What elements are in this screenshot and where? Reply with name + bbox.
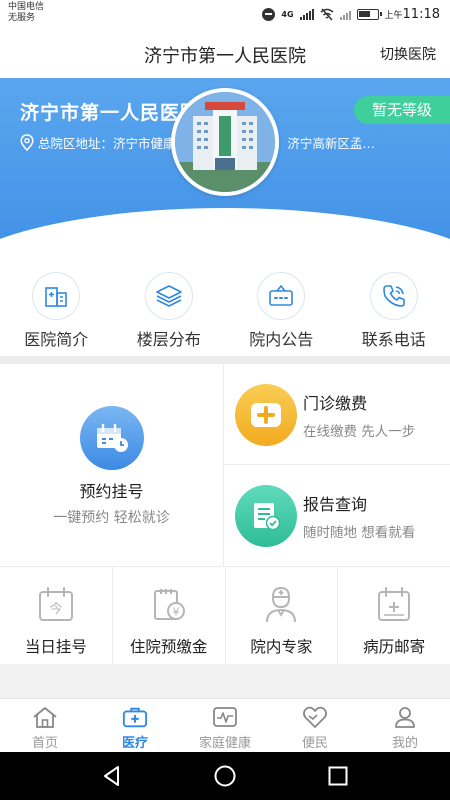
banner-wave [0,208,450,268]
service-label: 院内专家 [250,638,313,656]
service-label: 住院预缴金 [129,638,208,656]
status-icons: 4G 上午11:18 [262,5,440,23]
medical-plus-icon [235,384,297,446]
phone-icon [369,272,418,320]
home-circle-icon[interactable] [213,764,237,788]
info-label: 院内公告 [249,330,314,349]
bottom-tab-bar: 首页 医疗 家庭健康 便民 我的 [0,698,450,752]
info-label: 联系电话 [361,330,426,349]
hospital-building-icon [32,272,81,320]
service-status: 无服务 [8,13,36,23]
tab-label: 便民 [301,736,328,751]
wifi-off-icon [320,7,333,21]
service-label: 病历邮寄 [363,638,426,656]
info-item-phone[interactable]: 联系电话 [338,268,450,356]
do-not-disturb-icon [262,7,276,21]
tab-mine[interactable]: 我的 [360,699,450,752]
info-label: 医院简介 [24,330,89,349]
clock-time: 11:18 [402,6,440,22]
info-item-notice[interactable]: 院内公告 [225,268,338,356]
appointment-card[interactable]: 预约挂号 一键预约 轻松就诊 [0,364,224,566]
tab-medical[interactable]: 医疗 [90,699,180,752]
heartbeat-icon [212,705,238,729]
system-nav-bar [0,752,450,800]
appointment-subtitle: 一键预约 轻松就诊 [53,510,170,526]
tab-family-health[interactable]: 家庭健康 [180,699,270,752]
hospital-info-row: 医院简介 楼层分布 院内公告 联系电话 [0,268,450,356]
info-label: 楼层分布 [136,330,201,349]
service-label: 当日挂号 [24,638,87,656]
doctor-icon [261,585,301,625]
user-icon [392,705,418,729]
service-today-registration[interactable]: 今 当日挂号 [0,567,113,664]
tab-home[interactable]: 首页 [0,699,90,752]
report-subtitle: 随时随地 想看就看 [303,525,416,541]
heart-hand-icon [302,705,328,729]
today-glyph: 今 [49,601,62,617]
tab-label: 首页 [31,736,58,751]
deposit-icon: ¥ [149,585,189,625]
calendar-clock-icon [80,406,144,470]
tab-label: 医疗 [121,736,148,751]
signal-empty-icon [339,9,351,20]
today-calendar-icon: 今 [36,585,76,625]
clock: 上午11:18 [385,7,440,22]
hospital-photo[interactable] [171,88,279,196]
network-type: 4G [281,9,294,19]
medical-record-icon [374,585,414,625]
report-title: 报告查询 [303,495,368,514]
status-bar: 中国电信 无服务 4G 上午11:18 [0,0,450,28]
payment-card[interactable]: 门诊缴费 在线缴费 先人一步 [225,364,450,465]
payment-title: 门诊缴费 [303,394,368,413]
service-experts[interactable]: 院内专家 [226,567,339,664]
appointment-title: 预约挂号 [79,482,144,501]
switch-hospital-button[interactable]: 切换医院 [380,44,436,64]
info-item-floors[interactable]: 楼层分布 [113,268,226,356]
services-grid: 预约挂号 一键预约 轻松就诊 门诊缴费 在线缴费 先人一步 报告查询 随时随地 … [0,364,450,566]
location-pin-icon [20,133,34,151]
home-icon [32,705,58,729]
banner-hospital-name: 济宁市第一人民医院 [20,102,201,124]
content-gap [0,664,450,698]
tab-convenience[interactable]: 便民 [270,699,360,752]
level-badge: 暂无等级 [354,96,450,124]
app-header: 济宁市第一人民医院 切换医院 [0,28,450,78]
service-hospital-deposit[interactable]: ¥ 住院预缴金 [113,567,226,664]
medical-kit-icon [122,705,148,729]
info-item-introduction[interactable]: 医院简介 [0,268,113,356]
carrier-info: 中国电信 无服务 [8,2,44,24]
services-row: 今 当日挂号 ¥ 住院预缴金 院内专家 病历邮寄 [0,566,450,664]
report-check-icon [235,485,297,547]
recents-icon[interactable] [326,764,350,788]
tab-label: 家庭健康 [198,736,251,751]
carrier-name: 中国电信 [8,2,45,12]
hospital-building-image [175,92,275,192]
battery-icon [356,8,382,20]
section-divider [0,356,450,364]
payment-subtitle: 在线缴费 先人一步 [303,424,416,440]
notice-board-icon [257,272,306,320]
clock-period: 上午 [384,10,403,21]
back-icon[interactable] [100,764,124,788]
layers-icon [144,272,193,320]
report-card[interactable]: 报告查询 随时随地 想看就看 [225,465,450,566]
tab-label: 我的 [391,736,418,751]
service-record-mailing[interactable]: 病历邮寄 [338,567,450,664]
signal-icon [299,8,314,20]
yuan-glyph: ¥ [172,606,179,619]
